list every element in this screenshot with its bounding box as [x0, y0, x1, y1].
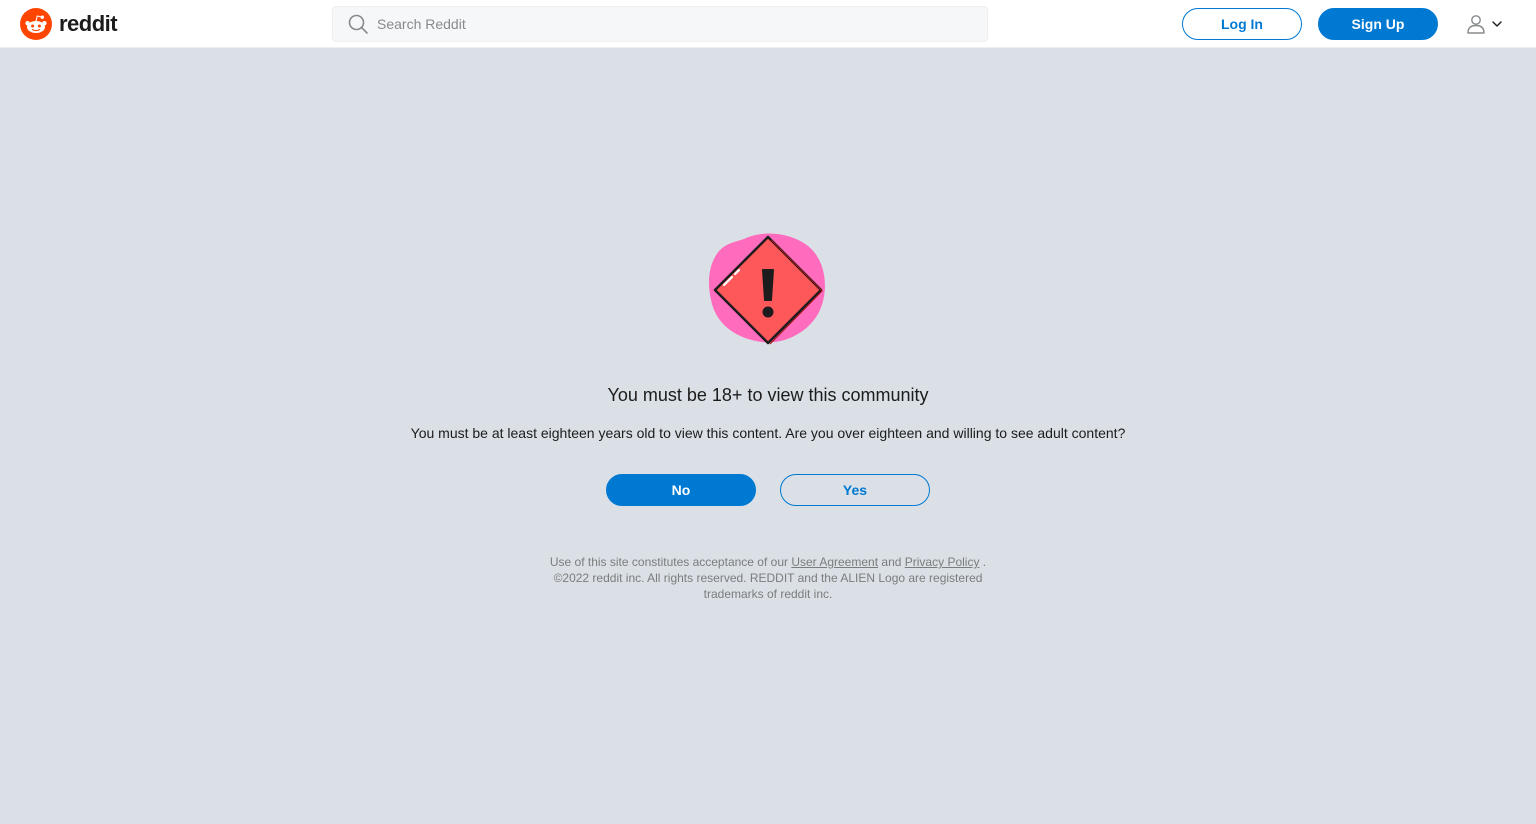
search-bar [332, 6, 988, 42]
user-menu-dropdown[interactable] [1454, 8, 1514, 40]
search-input[interactable] [377, 7, 987, 41]
logo-wordmark: reddit [59, 11, 118, 36]
gate-body: You must be at least eighteen years old … [410, 425, 1126, 441]
search-icon [348, 14, 368, 34]
nsfw-gate: You must be 18+ to view this community Y… [0, 230, 1536, 602]
reddit-alien-logo-icon [20, 8, 52, 40]
chevron-down-icon [1492, 21, 1502, 27]
privacy-policy-link[interactable]: Privacy Policy [905, 555, 980, 569]
legal-and: and [881, 555, 902, 569]
sign-up-button[interactable]: Sign Up [1318, 8, 1438, 40]
top-nav: reddit Log In Sign Up [0, 0, 1536, 48]
warning-sign-icon [708, 233, 825, 345]
user-icon [1467, 15, 1485, 34]
legal-period: . [982, 555, 987, 569]
gate-title: You must be 18+ to view this community [607, 385, 929, 405]
copyright-text: ©2022 reddit inc. All rights reserved. R… [553, 571, 983, 601]
reddit-logo-link[interactable]: reddit [20, 8, 118, 40]
user-agreement-link[interactable]: User Agreement [791, 555, 878, 569]
yes-button[interactable]: Yes [780, 474, 930, 506]
legal-prefix: Use of this site constitutes acceptance … [549, 555, 788, 569]
log-in-button[interactable]: Log In [1182, 8, 1302, 40]
gate-buttons: No Yes [606, 474, 930, 506]
no-button[interactable]: No [606, 474, 756, 506]
legal-footer: Use of this site constitutes acceptance … [538, 554, 998, 602]
